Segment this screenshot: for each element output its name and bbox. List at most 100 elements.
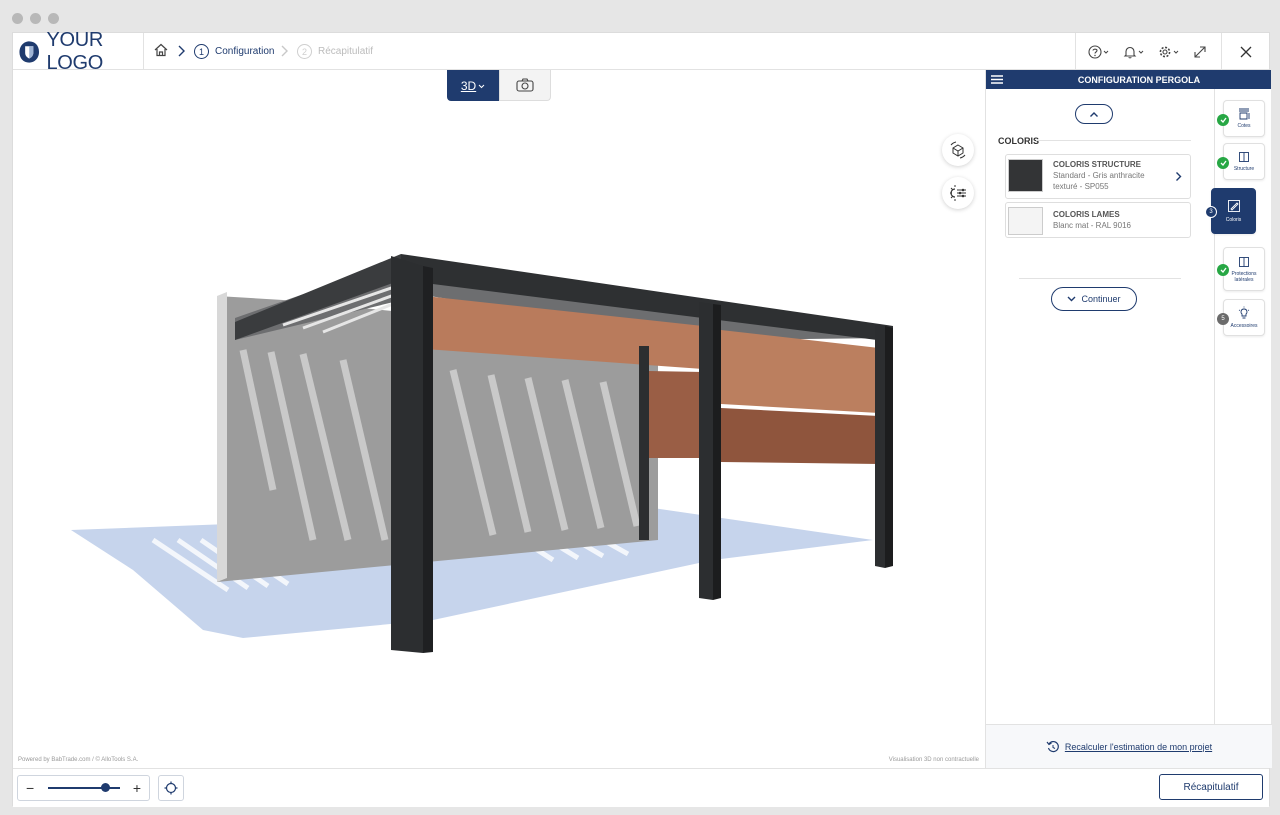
check-icon [1220, 117, 1227, 123]
expand-icon[interactable] [1193, 45, 1207, 59]
chevron-down-icon [1138, 50, 1144, 54]
check-icon [1220, 267, 1227, 273]
option-value: Blanc mat - RAL 9016 [1053, 221, 1131, 230]
check-badge [1217, 157, 1229, 169]
check-badge [1217, 114, 1229, 126]
screen-left-lower [649, 371, 703, 458]
window-dot[interactable] [30, 13, 41, 24]
step-number-badge: 5 [1217, 313, 1229, 325]
continue-label: Continuer [1081, 294, 1121, 304]
recalculate-estimate-link[interactable]: Recalculer l'estimation de mon projet [986, 724, 1272, 768]
step-accessoires[interactable]: 5 Accessoires [1217, 299, 1265, 336]
chevron-right-icon [281, 45, 288, 57]
home-icon[interactable] [153, 42, 169, 58]
color-swatch [1008, 159, 1043, 192]
close-icon [1240, 46, 1251, 57]
side-panels-icon [1239, 256, 1249, 267]
chevron-down-icon [1103, 50, 1109, 54]
screen-right-lower [721, 408, 879, 464]
light-settings-button[interactable] [942, 177, 974, 209]
zoom-in-button[interactable]: + [133, 780, 141, 796]
recap-button[interactable]: Récapitulatif [1159, 774, 1263, 800]
tab-3d-label: 3D [460, 78, 477, 93]
steps-sidebar: Cotes Structure 3 Coloris Protections la… [1205, 89, 1272, 724]
paint-icon [1227, 200, 1240, 212]
panel-title: CONFIGURATION PERGOLA [1077, 74, 1201, 85]
screen-right-top [721, 330, 879, 413]
chevron-up-icon [1090, 111, 1098, 117]
camera-icon [516, 78, 534, 92]
chevron-right-icon [178, 45, 185, 57]
back-post [639, 346, 649, 540]
middle-post [699, 302, 713, 600]
chevron-down-icon [1067, 296, 1076, 302]
option-coloris-lames[interactable]: COLORIS LAMES Blanc mat - RAL 9016 [1005, 202, 1191, 238]
zoom-slider-thumb[interactable] [100, 783, 110, 792]
powered-by-text: Powered by BabTrade.com / © AlloTools S.… [18, 757, 139, 763]
logo-text: YOUR LOGO [46, 28, 104, 74]
check-icon [1220, 160, 1227, 166]
step-coloris[interactable]: 3 Coloris [1205, 188, 1256, 234]
step-number: 1 [194, 44, 209, 59]
option-title: COLORIS LAMES [1053, 210, 1120, 219]
rotate-cube-icon [950, 141, 966, 159]
breadcrumb-label: Configuration [215, 46, 275, 57]
zoom-slider[interactable] [47, 783, 120, 792]
configuration-panel: CONFIGURATION PERGOLA COLORIS COLORIS ST… [985, 70, 1272, 768]
notifications-button[interactable] [1123, 45, 1144, 59]
pergola-3d-render[interactable] [13, 70, 985, 768]
step-label: Structure [1233, 166, 1255, 172]
top-header: YOUR LOGO 1 Configuration 2 Récapitulati… [13, 29, 1269, 74]
chevron-down-icon [1173, 50, 1179, 54]
step-label: Accessoires [1230, 323, 1258, 329]
bell-icon [1123, 46, 1137, 58]
front-left-post [391, 256, 423, 653]
view-mode-tabs: 3D [447, 70, 551, 101]
chevron-down-icon [478, 84, 485, 88]
step-label: Protections latérales [1231, 270, 1257, 283]
continue-button[interactable]: Continuer [1051, 287, 1137, 311]
window-controls [12, 13, 59, 24]
section-divider [1036, 140, 1191, 141]
zoom-control: − + [17, 775, 150, 801]
tab-photo[interactable] [499, 70, 551, 101]
3d-viewer[interactable]: 3D Powered by BabTrade.com / © AlloTools… [13, 70, 985, 768]
option-title: COLORIS STRUCTURE [1053, 160, 1141, 169]
scroll-up-button[interactable] [1075, 104, 1113, 124]
structure-icon [1239, 152, 1249, 162]
check-badge [1217, 264, 1229, 276]
option-value: texturé - SP055 [1053, 182, 1109, 191]
right-post-side [885, 326, 893, 568]
step-protections-laterales[interactable]: Protections latérales [1217, 247, 1265, 291]
breadcrumb-step-configuration[interactable]: 1 Configuration [194, 33, 274, 70]
dimensions-icon [1239, 108, 1250, 120]
breadcrumb-step-recapitulatif[interactable]: 2 Récapitulatif [297, 33, 373, 70]
middle-post-side [713, 304, 721, 600]
step-cotes[interactable]: Cotes [1217, 100, 1265, 137]
step-number: 2 [297, 44, 312, 59]
front-left-post-side [423, 266, 433, 653]
section-title: COLORIS [998, 136, 1040, 146]
refresh-icon [1046, 740, 1059, 752]
zoom-out-button[interactable]: − [26, 780, 34, 796]
step-label: Coloris [1225, 217, 1242, 223]
app-window: YOUR LOGO 1 Configuration 2 Récapitulati… [12, 29, 1272, 807]
header-actions [1075, 33, 1219, 70]
rotate-view-button[interactable] [942, 134, 974, 166]
window-dot[interactable] [48, 13, 59, 24]
logo[interactable]: YOUR LOGO [13, 29, 144, 74]
close-button[interactable] [1221, 33, 1269, 70]
logo-shield-icon [19, 40, 40, 63]
color-swatch [1008, 207, 1043, 235]
recenter-button[interactable] [158, 775, 184, 801]
crosshair-icon [164, 781, 178, 795]
step-structure[interactable]: Structure [1217, 143, 1265, 180]
step-number-badge: 3 [1205, 206, 1217, 218]
option-coloris-structure[interactable]: COLORIS STRUCTURE Standard - Gris anthra… [1005, 154, 1191, 199]
help-button[interactable] [1088, 44, 1109, 59]
settings-button[interactable] [1158, 45, 1179, 59]
chevron-right-icon [1176, 172, 1182, 181]
gear-icon [1159, 46, 1171, 57]
tab-3d[interactable]: 3D [447, 70, 499, 101]
window-dot[interactable] [12, 13, 23, 24]
